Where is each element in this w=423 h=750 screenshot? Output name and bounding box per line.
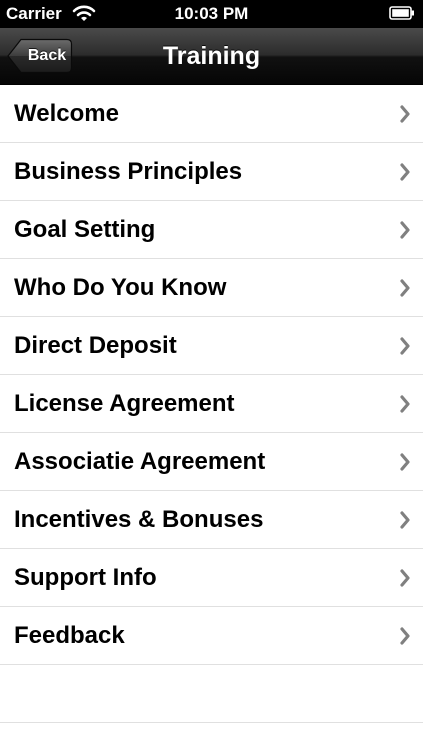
status-bar: Carrier 10:03 PM: [0, 0, 423, 28]
back-button-label: Back: [27, 47, 67, 64]
screen: Carrier 10:03 PM Back Training Welcome B…: [0, 0, 423, 750]
list-item-label: Direct Deposit: [14, 332, 177, 359]
list-item-label: License Agreement: [14, 390, 235, 417]
list-item-license-agreement[interactable]: License Agreement: [0, 375, 423, 433]
chevron-right-icon: [400, 279, 410, 297]
battery-icon: [389, 6, 415, 20]
chevron-right-icon: [400, 569, 410, 587]
chevron-right-icon: [400, 337, 410, 355]
clock: 10:03 PM: [174, 4, 249, 23]
chevron-right-icon: [400, 221, 410, 239]
list-item-label: Support Info: [14, 564, 157, 591]
back-button[interactable]: Back: [7, 38, 73, 74]
navigation-bar: Back Training: [0, 28, 423, 85]
chevron-right-icon: [400, 163, 410, 181]
list-item-associatie-agreement[interactable]: Associatie Agreement: [0, 433, 423, 491]
training-list: Welcome Business Principles Goal Setting…: [0, 85, 423, 665]
chevron-right-icon: [400, 395, 410, 413]
list-item-label: Welcome: [14, 100, 119, 127]
list-item-label: Who Do You Know: [14, 274, 227, 301]
list-item-label: Feedback: [14, 622, 125, 649]
list-item-direct-deposit[interactable]: Direct Deposit: [0, 317, 423, 375]
list-item-goal-setting[interactable]: Goal Setting: [0, 201, 423, 259]
chevron-right-icon: [400, 511, 410, 529]
list-item-feedback[interactable]: Feedback: [0, 607, 423, 665]
list-item-label: Incentives & Bonuses: [14, 506, 264, 533]
list-item-label: Associatie Agreement: [14, 448, 266, 475]
list-item-support-info[interactable]: Support Info: [0, 549, 423, 607]
chevron-right-icon: [400, 627, 410, 645]
list-item-label: Goal Setting: [14, 216, 156, 243]
page-title: Training: [162, 42, 261, 70]
list-item-who-do-you-know[interactable]: Who Do You Know: [0, 259, 423, 317]
chevron-right-icon: [400, 453, 410, 471]
list-item-label: Business Principles: [14, 158, 243, 185]
chevron-right-icon: [400, 105, 410, 123]
list-item-incentives-bonuses[interactable]: Incentives & Bonuses: [0, 491, 423, 549]
list-item-welcome[interactable]: Welcome: [0, 85, 423, 143]
list-item-business-principles[interactable]: Business Principles: [0, 143, 423, 201]
empty-row: [0, 665, 423, 723]
